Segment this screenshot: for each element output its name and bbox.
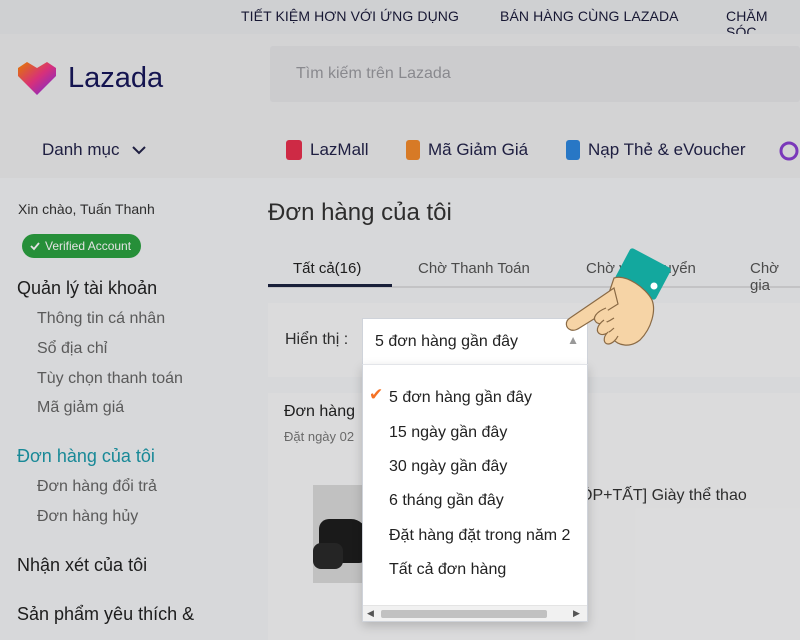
- more-link[interactable]: [778, 140, 800, 162]
- search-input[interactable]: [270, 46, 800, 102]
- shoe-image-2: [313, 543, 343, 569]
- greeting: Xin chào, Tuấn Thanh: [18, 201, 155, 217]
- lazada-logo[interactable]: Lazada: [16, 60, 163, 96]
- scrollbar-thumb[interactable]: [381, 610, 547, 618]
- verified-badge: Verified Account: [22, 234, 142, 258]
- order-date: Đặt ngày 02: [284, 429, 355, 444]
- category-bar: Danh mục LazMall Mã Giảm Giá Nạp Thẻ & e…: [0, 124, 800, 178]
- tab-all[interactable]: Tất cả(16): [293, 260, 361, 277]
- account-management-heading[interactable]: Quản lý tài khoản: [17, 278, 157, 299]
- coupon-icon: [406, 140, 420, 160]
- checkmark-icon: ✔: [369, 385, 384, 404]
- search-bar[interactable]: [270, 46, 800, 102]
- option-this-year[interactable]: Đặt hàng đặt trong năm 2: [389, 527, 570, 545]
- download-app-link[interactable]: TIẾT KIỆM HƠN VỚI ỨNG DỤNG: [241, 8, 459, 24]
- logo-text: Lazada: [68, 61, 164, 94]
- sidebar-item-payment-options[interactable]: Tùy chọn thanh toán: [37, 370, 183, 388]
- sidebar-item-cancellations[interactable]: Đơn hàng hủy: [37, 508, 138, 526]
- account-sidebar: Xin chào, Tuấn Thanh Verified Account Qu…: [0, 178, 250, 640]
- categories-dropdown[interactable]: Danh mục: [42, 140, 147, 160]
- topup-label: Nạp Thẻ & eVoucher: [588, 140, 746, 159]
- product-name-line1: ỘP+TẤT] Giày thể thao: [580, 487, 747, 504]
- filter-label: Hiển thị :: [285, 331, 349, 348]
- product-name[interactable]: ỘP+TẤT] Giày thể thao n: [580, 485, 800, 527]
- active-tab-indicator: [268, 284, 392, 287]
- tab-awaiting-payment[interactable]: Chờ Thanh Toán: [418, 260, 530, 277]
- sidebar-item-returns[interactable]: Đơn hàng đổi trả: [37, 478, 157, 496]
- my-orders-heading[interactable]: Đơn hàng của tôi: [17, 446, 155, 467]
- topup-link[interactable]: Nạp Thẻ & eVoucher: [566, 140, 746, 160]
- order-filter-menu: ✔ 5 đơn hàng gần đây 15 ngày gần đây 30 …: [362, 364, 588, 622]
- sidebar-item-address-book[interactable]: Sổ địa chỉ: [37, 340, 107, 358]
- check-icon: [30, 242, 40, 251]
- order-filter-select[interactable]: 5 đơn hàng gần đây ▲: [362, 318, 588, 364]
- vouchers-link[interactable]: Mã Giảm Giá: [406, 140, 528, 160]
- option-15-days[interactable]: 15 ngày gần đây: [389, 424, 507, 442]
- sell-on-lazada-link[interactable]: BÁN HÀNG CÙNG LAZADA: [500, 8, 679, 24]
- option-5-recent-orders[interactable]: 5 đơn hàng gần đây: [389, 389, 532, 407]
- phone-icon: [566, 140, 580, 160]
- verified-badge-label: Verified Account: [45, 239, 132, 253]
- selected-filter-value: 5 đơn hàng gần đây: [375, 333, 519, 350]
- my-reviews-heading[interactable]: Nhận xét của tôi: [17, 555, 147, 576]
- tab-awaiting-delivery[interactable]: Chờ gia: [750, 260, 800, 294]
- vouchers-label: Mã Giảm Giá: [428, 140, 529, 159]
- scroll-left-icon[interactable]: ◀: [367, 608, 374, 619]
- lazmall-label: LazMall: [310, 140, 369, 159]
- option-30-days[interactable]: 30 ngày gần đây: [389, 458, 507, 476]
- lazmall-bag-icon: [286, 140, 302, 160]
- sidebar-item-profile[interactable]: Thông tin cá nhân: [37, 310, 165, 328]
- scroll-right-icon[interactable]: ▶: [573, 608, 580, 619]
- page-title: Đơn hàng của tôi: [268, 199, 452, 226]
- option-6-months[interactable]: 6 tháng gần đây: [389, 492, 504, 510]
- lazada-heart-icon: [18, 62, 56, 95]
- pointing-hand-icon: [565, 248, 671, 346]
- option-all-orders[interactable]: Tất cả đơn hàng: [389, 561, 506, 579]
- order-title[interactable]: Đơn hàng: [284, 403, 355, 421]
- categories-label: Danh mục: [42, 140, 120, 159]
- swirl-icon: [779, 141, 799, 161]
- order-tabs: Tất cả(16) Chờ Thanh Toán Chờ vận chuyển…: [268, 250, 800, 294]
- wishlist-heading[interactable]: Sản phẩm yêu thích &: [17, 604, 194, 625]
- horizontal-scrollbar[interactable]: ◀ ▶: [363, 605, 587, 621]
- site-header: Lazada: [0, 34, 800, 124]
- chevron-down-icon: [132, 146, 147, 155]
- sidebar-item-vouchers[interactable]: Mã giảm giá: [37, 399, 124, 417]
- product-thumbnail[interactable]: [313, 485, 368, 583]
- top-utility-bar: TIẾT KIỆM HƠN VỚI ỨNG DỤNG BÁN HÀNG CÙNG…: [0, 0, 800, 40]
- lazmall-link[interactable]: LazMall: [286, 140, 369, 160]
